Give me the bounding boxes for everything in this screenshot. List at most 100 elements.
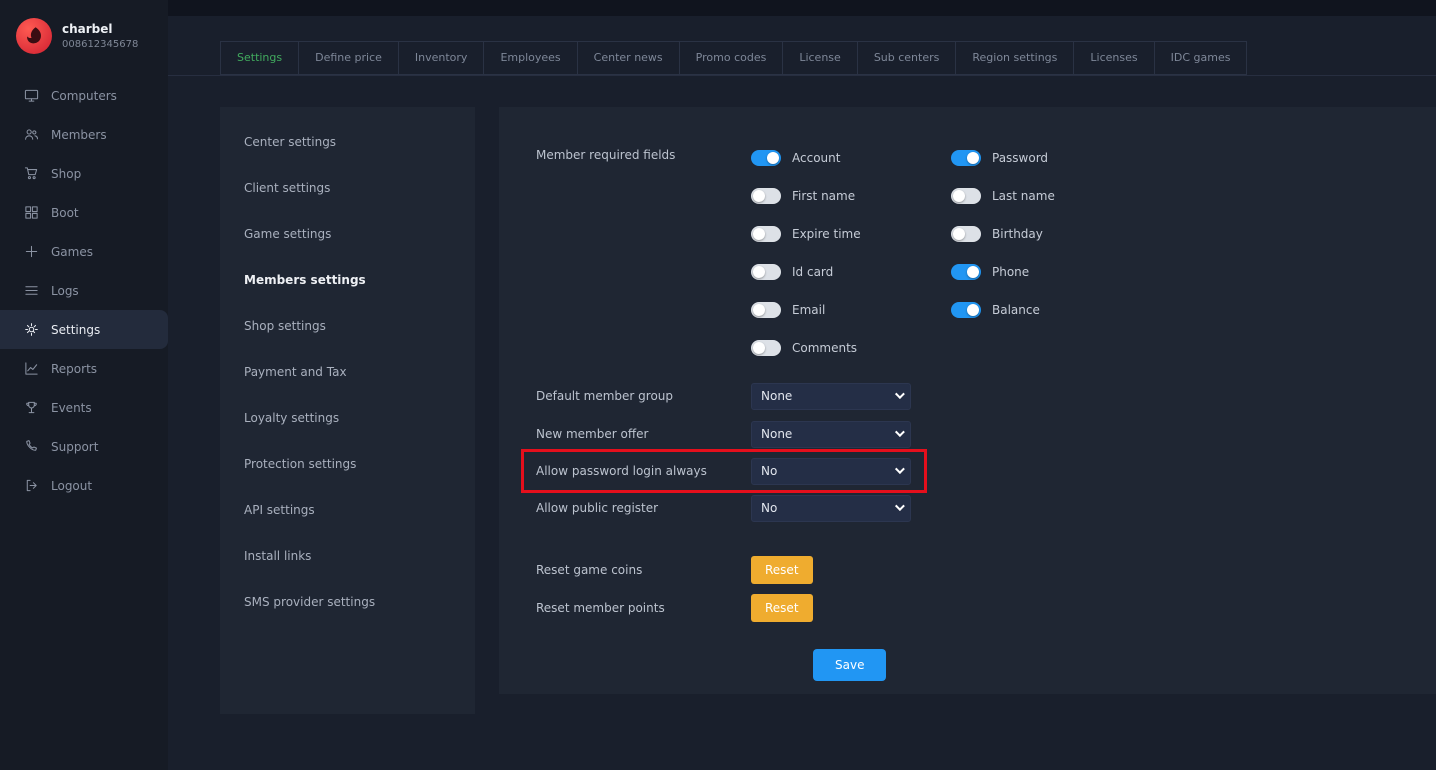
settings-nav-center-settings[interactable]: Center settings	[220, 119, 475, 165]
toggle-item-last-name: Last name	[951, 177, 1151, 215]
sidebar-item-shop[interactable]: Shop	[0, 154, 168, 193]
settings-nav-api-settings[interactable]: API settings	[220, 487, 475, 533]
tab-employees[interactable]: Employees	[483, 41, 577, 75]
allow-password-login-always-label: Allow password login always	[536, 464, 751, 478]
settings-nav-client-settings[interactable]: Client settings	[220, 165, 475, 211]
settings-nav-sms-provider-settings[interactable]: SMS provider settings	[220, 579, 475, 625]
toggle-knob	[753, 190, 765, 202]
sidebar-item-events[interactable]: Events	[0, 388, 168, 427]
comments-toggle[interactable]	[751, 340, 781, 356]
toggle-item-balance: Balance	[951, 291, 1151, 329]
default-member-group-select[interactable]: None	[751, 383, 911, 410]
settings-nav-install-links[interactable]: Install links	[220, 533, 475, 579]
tab-license[interactable]: License	[782, 41, 857, 75]
settings-nav-shop-settings[interactable]: Shop settings	[220, 303, 475, 349]
games-icon	[24, 244, 39, 259]
toggle-knob	[753, 304, 765, 316]
tab-define-price[interactable]: Define price	[298, 41, 399, 75]
tab-licenses[interactable]: Licenses	[1073, 41, 1154, 75]
settings-nav-payment-and-tax[interactable]: Payment and Tax	[220, 349, 475, 395]
row-default-member-group: Default member groupNone	[536, 377, 916, 415]
select-rows: Default member groupNoneNew member offer…	[536, 377, 916, 527]
sidebar-item-label: Logs	[51, 284, 79, 298]
events-icon	[24, 400, 39, 415]
toggle-label: Id card	[792, 265, 833, 279]
account-toggle[interactable]	[751, 150, 781, 166]
row-reset-game-coins: Reset game coinsReset	[536, 551, 1436, 589]
allow-password-login-always-select[interactable]: No	[751, 458, 911, 485]
user-text: charbel 008612345678	[62, 22, 138, 50]
settings-nav-loyalty-settings[interactable]: Loyalty settings	[220, 395, 475, 441]
settings-nav-game-settings[interactable]: Game settings	[220, 211, 475, 257]
tab-inventory[interactable]: Inventory	[398, 41, 485, 75]
reports-icon	[24, 361, 39, 376]
sidebar-item-label: Computers	[51, 89, 117, 103]
logs-icon	[24, 283, 39, 298]
default-member-group-label: Default member group	[536, 389, 751, 403]
user-id: 008612345678	[62, 39, 138, 50]
new-member-offer-label: New member offer	[536, 427, 751, 441]
tab-center-news[interactable]: Center news	[577, 41, 680, 75]
password-toggle[interactable]	[951, 150, 981, 166]
balance-toggle[interactable]	[951, 302, 981, 318]
toggle-label: Email	[792, 303, 825, 317]
select-wrap: No	[751, 495, 911, 522]
save-button[interactable]: Save	[813, 649, 886, 681]
sidebar-item-reports[interactable]: Reports	[0, 349, 168, 388]
phone-toggle[interactable]	[951, 264, 981, 280]
content: Center settingsClient settingsGame setti…	[168, 76, 1436, 714]
sidebar-item-label: Members	[51, 128, 107, 142]
row-allow-public-register: Allow public registerNo	[536, 489, 916, 527]
settings-nav-members-settings[interactable]: Members settings	[220, 257, 475, 303]
sidebar-item-logs[interactable]: Logs	[0, 271, 168, 310]
toggle-label: Last name	[992, 189, 1055, 203]
tab-settings[interactable]: Settings	[220, 41, 299, 75]
reset-member-points-reset-button[interactable]: Reset	[751, 594, 813, 622]
tab-sub-centers[interactable]: Sub centers	[857, 41, 957, 75]
allow-public-register-select[interactable]: No	[751, 495, 911, 522]
flame-icon	[21, 23, 47, 49]
tab-bar: SettingsDefine priceInventoryEmployeesCe…	[168, 16, 1436, 76]
first-name-toggle[interactable]	[751, 188, 781, 204]
reset-game-coins-reset-button[interactable]: Reset	[751, 556, 813, 584]
sidebar-item-boot[interactable]: Boot	[0, 193, 168, 232]
settings-nav-protection-settings[interactable]: Protection settings	[220, 441, 475, 487]
settings-nav: Center settingsClient settingsGame setti…	[220, 119, 475, 625]
boot-icon	[24, 205, 39, 220]
user-block: charbel 008612345678	[0, 0, 168, 76]
sidebar-item-games[interactable]: Games	[0, 232, 168, 271]
toggle-knob	[967, 304, 979, 316]
birthday-toggle[interactable]	[951, 226, 981, 242]
toggle-knob	[767, 152, 779, 164]
toggle-label: Birthday	[992, 227, 1043, 241]
members-icon	[24, 127, 39, 142]
settings-icon	[24, 322, 39, 337]
sidebar: charbel 008612345678 Computers Members Sho…	[0, 0, 168, 770]
sidebar-item-settings[interactable]: Settings	[0, 310, 168, 349]
toggle-knob	[953, 190, 965, 202]
members-settings-form: Member required fields AccountPasswordFi…	[499, 107, 1436, 694]
expire-time-toggle[interactable]	[751, 226, 781, 242]
toggle-item-first-name: First name	[751, 177, 951, 215]
tab-promo-codes[interactable]: Promo codes	[679, 41, 784, 75]
last-name-toggle[interactable]	[951, 188, 981, 204]
tab-idc-games[interactable]: IDC games	[1154, 41, 1248, 75]
row-allow-password-login-always: Allow password login alwaysNo	[521, 449, 927, 493]
sidebar-item-label: Shop	[51, 167, 81, 181]
main: SettingsDefine priceInventoryEmployeesCe…	[168, 0, 1436, 770]
email-toggle[interactable]	[751, 302, 781, 318]
new-member-offer-select[interactable]: None	[751, 421, 911, 448]
user-name: charbel	[62, 22, 138, 36]
sidebar-item-members[interactable]: Members	[0, 115, 168, 154]
toggle-item-id-card: Id card	[751, 253, 951, 291]
reset-rows: Reset game coinsResetReset member points…	[536, 551, 1436, 627]
sidebar-nav: Computers Members Shop BootGames Logs Setting…	[0, 76, 168, 505]
tabs: SettingsDefine priceInventoryEmployeesCe…	[220, 41, 1436, 75]
sidebar-item-support[interactable]: Support	[0, 427, 168, 466]
reset-game-coins-label: Reset game coins	[536, 563, 751, 577]
tab-region-settings[interactable]: Region settings	[955, 41, 1074, 75]
sidebar-item-logout[interactable]: Logout	[0, 466, 168, 505]
id-card-toggle[interactable]	[751, 264, 781, 280]
toggle-item-account: Account	[751, 139, 951, 177]
sidebar-item-computers[interactable]: Computers	[0, 76, 168, 115]
